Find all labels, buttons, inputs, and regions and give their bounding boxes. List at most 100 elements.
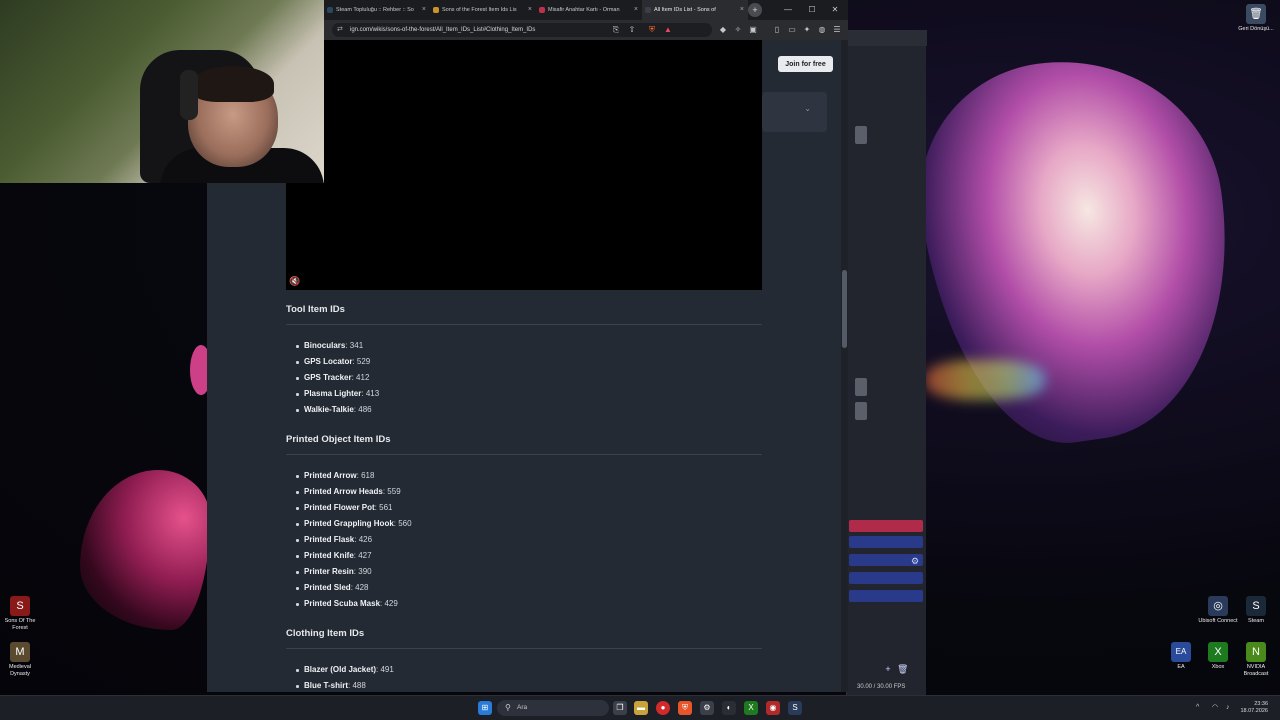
scrollbar-thumb[interactable] [842, 270, 847, 348]
tab-close-icon[interactable]: × [740, 0, 744, 20]
file-explorer-icon[interactable]: ▬ [634, 701, 648, 715]
list-item: GPS Locator: 529 [296, 354, 762, 370]
list-item: GPS Tracker: 412 [296, 370, 762, 386]
desktop-icon-label: Sons Of The Forest [4, 618, 36, 631]
add-icon[interactable]: + [883, 664, 893, 674]
task-view-icon[interactable]: ❐ [613, 701, 627, 715]
xbox-icon: X [1208, 642, 1228, 662]
wallpaper-shape [925, 360, 1045, 400]
list-item: Printed Scuba Mask: 429 [296, 596, 762, 612]
obs-source-thumbnail[interactable] [855, 126, 867, 144]
dropdown-panel[interactable]: ⌄ [762, 92, 827, 132]
desktop-icon-xbox[interactable]: X Xbox [1198, 642, 1238, 671]
item-id: 491 [380, 665, 394, 674]
item-id: 488 [352, 681, 366, 690]
list-item: Plasma Lighter: 413 [296, 386, 762, 402]
taskbar-search[interactable]: ⚲ Ara [497, 700, 609, 716]
puzzle-icon[interactable]: ✧ [732, 24, 744, 36]
close-button[interactable]: ✕ [825, 0, 845, 20]
item-name: Printed Arrow Heads [304, 487, 383, 496]
desktop-icon-sons-of-the-forest[interactable]: S Sons Of The Forest [0, 596, 40, 631]
xbox-taskbar-icon[interactable]: X [744, 701, 758, 715]
desktop: ⚙ + 🗑 30.00 / 30.00 FPS Steam Topluluğu … [0, 0, 1280, 720]
desktop-icon-steam[interactable]: S Steam [1236, 596, 1276, 625]
chevron-up-icon[interactable]: ^ [1196, 701, 1199, 715]
vpn-icon[interactable]: ◍ [816, 24, 828, 36]
video-player[interactable]: 🔇 [286, 40, 762, 290]
webcam-person [192, 66, 274, 102]
trash-icon[interactable]: 🗑 [897, 664, 908, 674]
desktop-icon-ea[interactable]: EA EA [1161, 642, 1201, 671]
tab-title: All Item IDs List - Sons of [654, 7, 716, 13]
maximize-button[interactable]: ☐ [802, 0, 822, 20]
rewards-icon[interactable]: ▲ [662, 24, 674, 36]
section-clothing-items: Clothing Item IDs Blazer (Old Jacket): 4… [286, 628, 762, 692]
desktop-icon-label: NVIDIA Broadcast [1243, 664, 1269, 677]
section-heading: Tool Item IDs [286, 304, 762, 325]
obs-titlebar[interactable] [847, 30, 927, 46]
obs-scene-item[interactable] [849, 520, 923, 532]
screenshot-icon[interactable]: ▣ [747, 24, 759, 36]
app-icon[interactable]: ◐ [722, 701, 736, 715]
item-id: 429 [384, 599, 398, 608]
shield-icon[interactable]: ⛨ [646, 24, 658, 36]
item-name: GPS Locator [304, 357, 353, 366]
extension-icon[interactable]: ◆ [717, 24, 729, 36]
tab-close-icon[interactable]: × [634, 0, 638, 20]
desktop-icon-recycle-bin[interactable]: 🗑 Geri Dönüşü... [1236, 4, 1276, 33]
mute-icon[interactable]: 🔇 [289, 276, 300, 287]
taskbar-clock[interactable]: 23:36 18.07.2026 [1240, 701, 1268, 715]
tab-close-icon[interactable]: × [422, 0, 426, 20]
obs-source-thumbnail[interactable] [855, 402, 867, 420]
share-icon[interactable]: ⎘ [610, 24, 622, 36]
item-name: Printed Scuba Mask [304, 599, 381, 608]
obs-window[interactable]: ⚙ + 🗑 30.00 / 30.00 FPS [846, 30, 927, 695]
tab-favicon-icon [327, 7, 333, 13]
minimize-button[interactable]: — [778, 0, 798, 20]
steam-taskbar-icon[interactable]: S [788, 701, 802, 715]
section-tool-items: Tool Item IDs Binoculars: 341 GPS Locato… [286, 304, 762, 418]
browser-tab[interactable]: Sons of the Forest Item Ids Lis × [430, 0, 536, 20]
obs-source-thumbnail[interactable] [855, 378, 867, 396]
page-scrollbar[interactable] [841, 40, 848, 692]
list-item: Blue T-shirt: 488 [296, 678, 762, 692]
wifi-icon[interactable]: ◠ [1212, 701, 1218, 715]
desktop-icon-nvidia-broadcast[interactable]: N NVIDIA Broadcast [1236, 642, 1276, 677]
browser-tab-active[interactable]: All Item IDs List - Sons of × [642, 0, 748, 20]
menu-icon[interactable]: ☰ [831, 24, 843, 36]
obs-scene-item[interactable] [849, 536, 923, 548]
item-name: Printer Resin [304, 567, 354, 576]
item-id: 560 [398, 519, 412, 528]
join-for-free-button[interactable]: Join for free [778, 56, 833, 72]
list-item: Printed Flower Pot: 561 [296, 500, 762, 516]
bookmark-icon[interactable]: ⇧ [626, 24, 638, 36]
volume-icon[interactable]: ♪ [1226, 701, 1230, 715]
gear-icon[interactable]: ⚙ [910, 556, 920, 566]
sidebar-icon[interactable]: ▯ [771, 24, 783, 36]
item-id: 428 [355, 583, 369, 592]
desktop-icon-medieval-dynasty[interactable]: M Medieval Dynasty [0, 642, 40, 677]
site-info-icon[interactable]: ⇄ [337, 23, 343, 37]
desktop-icon-ubisoft-connect[interactable]: ◎ Ubisoft Connect [1198, 596, 1238, 625]
browser-window: Steam Topluluğu :: Rehber :: So × Sons o… [324, 0, 848, 40]
chevron-down-icon[interactable]: ⌄ [804, 104, 811, 113]
brave-browser-icon[interactable]: ⛨ [678, 701, 692, 715]
obs-scene-item[interactable] [849, 572, 923, 584]
record-app-icon[interactable]: ● [656, 701, 670, 715]
obs-scene-item[interactable] [849, 590, 923, 602]
browser-tab[interactable]: Steam Topluluğu :: Rehber :: So × [324, 0, 430, 20]
ubisoft-connect-icon: ◎ [1208, 596, 1228, 616]
app-icon[interactable]: ◉ [766, 701, 780, 715]
ai-icon[interactable]: ✦ [801, 24, 813, 36]
webcam-headset [180, 70, 198, 120]
settings-icon[interactable]: ⚙ [700, 701, 714, 715]
tab-title: Steam Topluluğu :: Rehber :: So [336, 7, 414, 13]
desktop-icon-label: Medieval Dynasty [8, 664, 31, 677]
wallet-icon[interactable]: ▭ [786, 24, 798, 36]
tab-close-icon[interactable]: × [528, 0, 532, 20]
start-icon[interactable]: ⊞ [478, 701, 492, 715]
search-icon: ⚲ [505, 703, 511, 712]
new-tab-button[interactable]: + [748, 3, 762, 17]
browser-tab[interactable]: Misafir Anahtar Kartı - Orman × [536, 0, 642, 20]
item-id: 390 [358, 567, 372, 576]
